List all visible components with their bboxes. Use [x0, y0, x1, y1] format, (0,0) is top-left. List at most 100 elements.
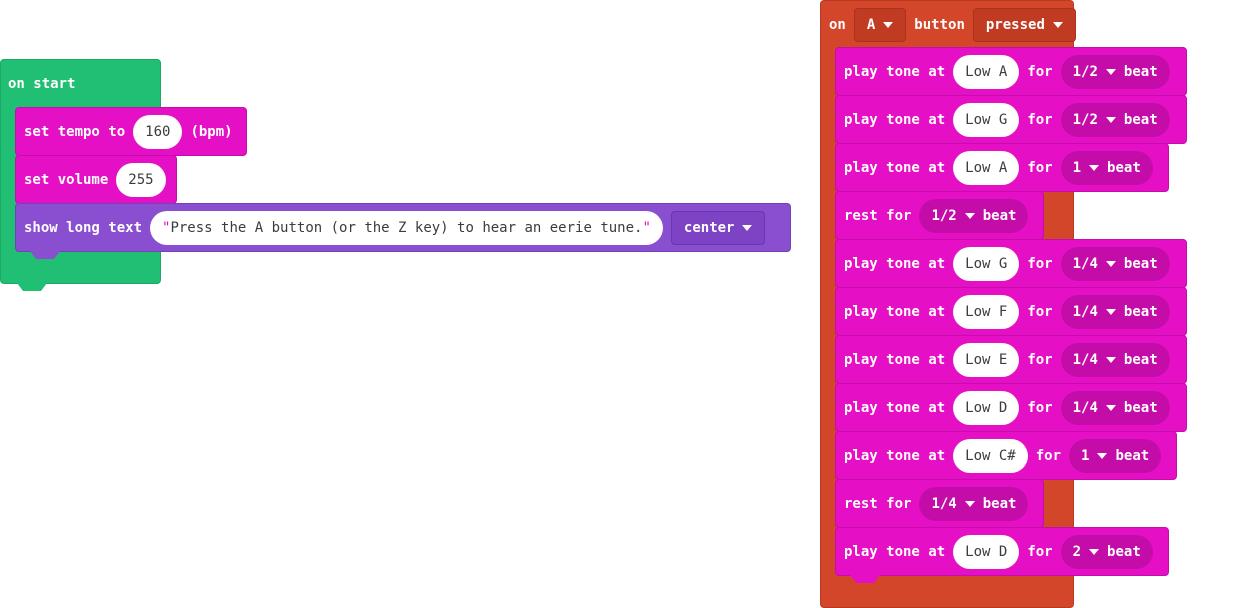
beat-unit: beat	[1123, 303, 1158, 320]
caret-down-icon	[1052, 22, 1063, 28]
play-tone-block[interactable]: play tone at Low E for 1/4 beat	[835, 335, 1187, 391]
beat-value: 1/2	[1072, 63, 1098, 80]
beat-dropdown[interactable]: 2 beat	[1060, 534, 1153, 569]
caret-down-icon	[1097, 452, 1108, 459]
for-label: for	[1027, 351, 1053, 368]
beat-value: 1/2	[1072, 111, 1098, 128]
play-tone-block[interactable]: play tone at Low A for 1/2 beat	[835, 47, 1187, 103]
beat-unit: beat	[1123, 255, 1158, 272]
alignment-dropdown[interactable]: center	[670, 210, 766, 245]
for-label: for	[1035, 447, 1062, 464]
beat-value: 1/4	[931, 495, 957, 512]
beat-dropdown[interactable]: 1/2 beat	[919, 198, 1029, 233]
show-long-text-block[interactable]: show long text " Press the A button (or t…	[15, 203, 791, 259]
caret-down-icon	[1089, 548, 1100, 555]
beat-dropdown[interactable]: 1 beat	[1069, 438, 1162, 473]
beat-dropdown[interactable]: 1 beat	[1060, 150, 1153, 185]
set-tempo-label: set tempo to	[24, 123, 126, 140]
for-label: for	[1027, 111, 1053, 128]
beat-unit: beat	[982, 495, 1017, 512]
play-tone-label: play tone at	[844, 447, 946, 464]
alignment-value: center	[683, 219, 735, 236]
button-label: button	[914, 17, 965, 33]
caret-down-icon	[964, 500, 975, 507]
play-tone-label: play tone at	[844, 255, 946, 272]
rest-block[interactable]: rest for 1/2 beat	[835, 191, 1044, 247]
note-input[interactable]: Low D	[953, 534, 1020, 569]
beat-value: 1/4	[1072, 351, 1098, 368]
caret-down-icon	[1105, 308, 1116, 315]
note-input[interactable]: Low A	[953, 150, 1020, 185]
close-quote: "	[642, 219, 651, 236]
beat-value: 1/4	[1072, 303, 1098, 320]
beat-unit: beat	[1123, 63, 1158, 80]
caret-down-icon	[1089, 164, 1100, 171]
on-start-label: on start	[8, 76, 76, 92]
caret-down-icon	[883, 22, 894, 28]
open-quote: "	[162, 219, 171, 236]
play-tone-label: play tone at	[844, 351, 946, 368]
tempo-value-input[interactable]: 160	[133, 114, 183, 149]
caret-down-icon	[964, 212, 975, 219]
beat-dropdown[interactable]: 1/4 beat	[919, 486, 1029, 521]
note-input[interactable]: Low A	[953, 54, 1020, 89]
button-select-value: A	[866, 17, 876, 33]
beat-dropdown[interactable]: 1/2 beat	[1060, 54, 1170, 89]
beat-dropdown[interactable]: 1/4 beat	[1060, 342, 1170, 377]
play-tone-label: play tone at	[844, 303, 946, 320]
play-tone-block[interactable]: play tone at Low D for 2 beat	[835, 527, 1169, 583]
button-select-dropdown[interactable]: A	[853, 8, 907, 42]
beat-dropdown[interactable]: 1/2 beat	[1060, 102, 1170, 137]
note-input[interactable]: Low G	[953, 102, 1020, 137]
play-tone-label: play tone at	[844, 543, 946, 560]
play-tone-block[interactable]: play tone at Low G for 1/2 beat	[835, 95, 1187, 151]
beat-value: 1	[1072, 159, 1082, 176]
for-label: for	[1027, 255, 1053, 272]
note-input[interactable]: Low G	[953, 246, 1020, 281]
on-label: on	[829, 17, 846, 33]
note-input[interactable]: Low F	[953, 294, 1020, 329]
beat-unit: beat	[1123, 351, 1158, 368]
beat-dropdown[interactable]: 1/4 beat	[1060, 294, 1170, 329]
play-tone-label: play tone at	[844, 399, 946, 416]
for-label: for	[1027, 399, 1053, 416]
beat-value: 1/4	[1072, 255, 1098, 272]
beat-dropdown[interactable]: 1/4 beat	[1060, 390, 1170, 425]
play-tone-block[interactable]: play tone at Low C# for 1 beat	[835, 431, 1177, 487]
rest-for-label: rest for	[844, 495, 912, 512]
beat-dropdown[interactable]: 1/4 beat	[1060, 246, 1170, 281]
for-label: for	[1027, 303, 1053, 320]
beat-unit: beat	[1123, 399, 1158, 416]
note-input[interactable]: Low C#	[953, 438, 1028, 473]
beat-unit: beat	[1107, 159, 1141, 176]
play-tone-label: play tone at	[844, 63, 946, 80]
caret-down-icon	[1105, 356, 1116, 363]
play-tone-block[interactable]: play tone at Low D for 1/4 beat	[835, 383, 1187, 439]
beat-unit: beat	[1123, 111, 1158, 128]
beat-unit: beat	[1115, 447, 1150, 464]
for-label: for	[1027, 63, 1053, 80]
beat-value: 1	[1081, 447, 1090, 464]
play-tone-block[interactable]: play tone at Low A for 1 beat	[835, 143, 1169, 199]
show-long-text-label: show long text	[24, 219, 143, 236]
caret-down-icon	[742, 224, 753, 231]
caret-down-icon	[1105, 260, 1116, 267]
set-tempo-block[interactable]: set tempo to 160 (bpm)	[15, 107, 247, 163]
caret-down-icon	[1105, 68, 1116, 75]
long-text-value: Press the A button (or the Z key) to hea…	[170, 219, 643, 236]
beat-value: 1/2	[931, 207, 957, 224]
rest-block[interactable]: rest for 1/4 beat	[835, 479, 1044, 535]
note-input[interactable]: Low E	[953, 342, 1020, 377]
play-tone-label: play tone at	[844, 159, 946, 176]
beat-unit: beat	[1107, 543, 1141, 560]
note-input[interactable]: Low D	[953, 390, 1020, 425]
event-select-dropdown[interactable]: pressed	[972, 8, 1076, 42]
long-text-input[interactable]: " Press the A button (or the Z key) to he…	[150, 210, 663, 245]
set-volume-label: set volume	[24, 171, 109, 188]
play-tone-block[interactable]: play tone at Low G for 1/4 beat	[835, 239, 1187, 295]
volume-value-input[interactable]: 255	[116, 162, 166, 197]
event-select-value: pressed	[985, 17, 1045, 33]
for-label: for	[1027, 159, 1053, 176]
set-volume-block[interactable]: set volume 255	[15, 155, 177, 211]
play-tone-block[interactable]: play tone at Low F for 1/4 beat	[835, 287, 1187, 343]
